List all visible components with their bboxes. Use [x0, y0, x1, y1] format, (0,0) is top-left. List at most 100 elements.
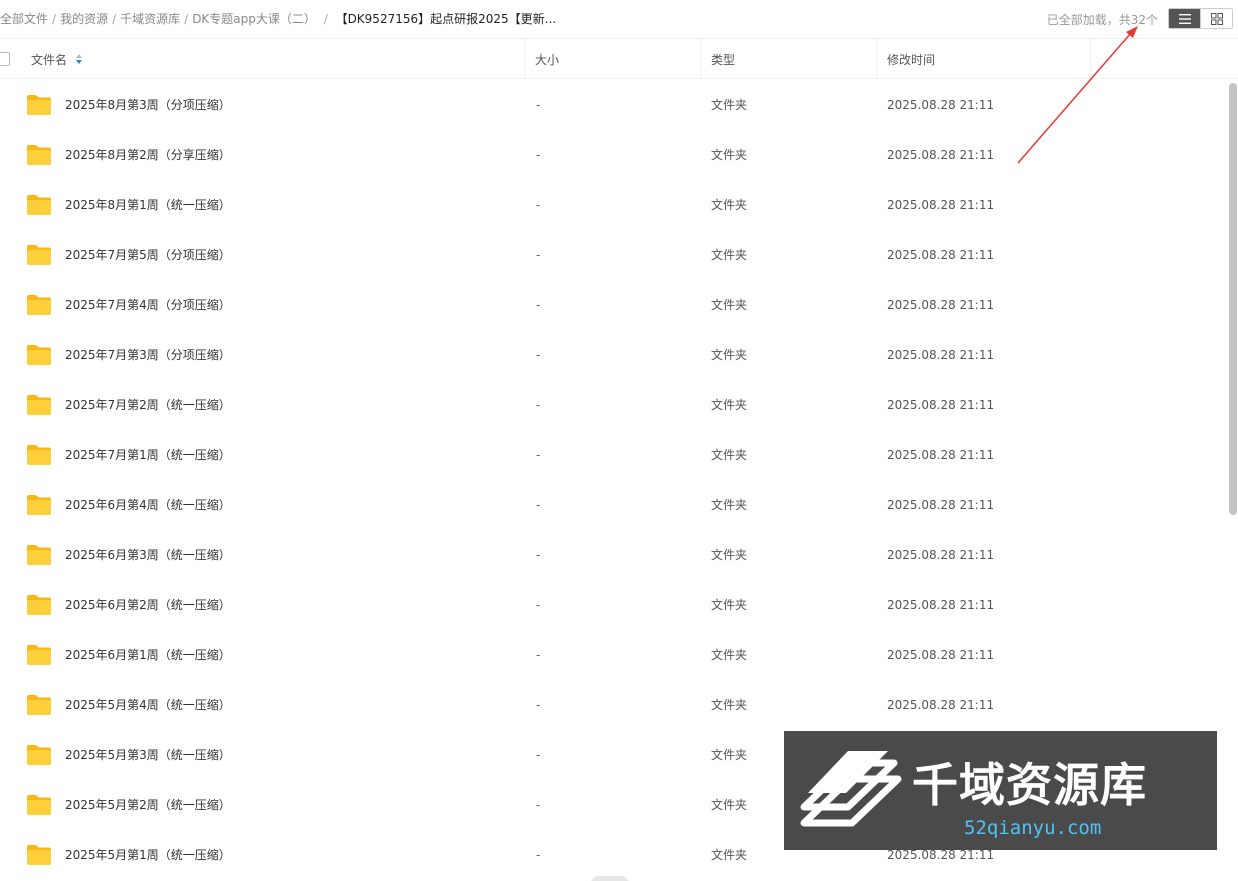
file-row[interactable]: 2025年7月第2周（统一压缩） - 文件夹 2025.08.28 21:11 [0, 380, 1238, 430]
watermark: 千域资源库 52qianyu.com [784, 731, 1217, 850]
file-name[interactable]: 2025年6月第4周（统一压缩） [65, 480, 231, 530]
column-divider[interactable] [524, 39, 525, 79]
file-row[interactable]: 2025年6月第1周（统一压缩） - 文件夹 2025.08.28 21:11 [0, 630, 1238, 680]
file-size: - [536, 548, 541, 562]
file-size: - [536, 748, 541, 762]
folder-icon [27, 345, 51, 365]
file-name[interactable]: 2025年7月第2周（统一压缩） [65, 380, 231, 430]
column-header-name[interactable]: 文件名 [31, 39, 83, 79]
folder-icon [27, 495, 51, 515]
file-row[interactable]: 2025年7月第3周（分项压缩） - 文件夹 2025.08.28 21:11 [0, 330, 1238, 380]
list-view-button[interactable] [1169, 9, 1201, 28]
folder-icon [27, 795, 51, 815]
breadcrumb-separator: / [184, 12, 189, 26]
column-divider[interactable] [876, 39, 877, 79]
column-header-modified[interactable]: 修改时间 [887, 39, 935, 79]
file-row[interactable]: 2025年6月第2周（统一压缩） - 文件夹 2025.08.28 21:11 [0, 580, 1238, 630]
column-header-type[interactable]: 类型 [711, 39, 735, 79]
folder-icon [27, 545, 51, 565]
file-type: 文件夹 [711, 798, 748, 812]
file-type: 文件夹 [711, 298, 748, 312]
file-type: 文件夹 [711, 598, 748, 612]
file-row[interactable]: 2025年5月第4周（统一压缩） - 文件夹 2025.08.28 21:11 [0, 680, 1238, 730]
file-name[interactable]: 2025年5月第4周（统一压缩） [65, 680, 231, 730]
file-name[interactable]: 2025年6月第1周（统一压缩） [65, 630, 231, 680]
file-modified-time: 2025.08.28 21:11 [887, 248, 995, 262]
file-type: 文件夹 [711, 248, 748, 262]
view-toggle [1168, 8, 1233, 29]
file-row[interactable]: 2025年7月第1周（统一压缩） - 文件夹 2025.08.28 21:11 [0, 430, 1238, 480]
file-type: 文件夹 [711, 98, 748, 112]
file-modified-time: 2025.08.28 21:11 [887, 148, 995, 162]
file-type: 文件夹 [711, 148, 748, 162]
file-name[interactable]: 2025年7月第4周（分项压缩） [65, 280, 231, 330]
breadcrumb-dk-course[interactable]: DK专题app大课（二） [192, 12, 316, 26]
breadcrumb-separator: / [112, 12, 117, 26]
file-modified-time: 2025.08.28 21:11 [887, 498, 995, 512]
grid-view-button[interactable] [1200, 9, 1232, 28]
folder-icon [27, 645, 51, 665]
file-size: - [536, 498, 541, 512]
file-modified-time: 2025.08.28 21:11 [887, 648, 995, 662]
folder-icon [27, 845, 51, 865]
folder-icon [27, 145, 51, 165]
sort-icon[interactable] [75, 53, 83, 65]
folder-icon [27, 395, 51, 415]
file-name[interactable]: 2025年6月第2周（统一压缩） [65, 580, 231, 630]
file-type: 文件夹 [711, 848, 748, 862]
folder-icon [27, 445, 51, 465]
file-size: - [536, 248, 541, 262]
top-bar: 全部文件 / 我的资源 / 千域资源库 / DK专题app大课（二） / 【DK952715… [0, 0, 1238, 38]
file-type: 文件夹 [711, 448, 748, 462]
breadcrumb-qianyu-library[interactable]: 千域资源库 [120, 12, 180, 26]
file-name[interactable]: 2025年8月第3周（分项压缩） [65, 80, 231, 130]
load-status: 已全部加载，共32个 [1046, 13, 1158, 27]
file-modified-time: 2025.08.28 21:11 [887, 98, 995, 112]
file-row[interactable]: 2025年7月第4周（分项压缩） - 文件夹 2025.08.28 21:11 [0, 280, 1238, 330]
watermark-title: 千域资源库 [912, 758, 1147, 812]
file-size: - [536, 698, 541, 712]
breadcrumb-all-files[interactable]: 全部文件 [0, 12, 48, 26]
library-logo-icon [800, 751, 902, 827]
select-all-checkbox[interactable] [0, 52, 10, 66]
file-row[interactable]: 2025年8月第1周（统一压缩） - 文件夹 2025.08.28 21:11 [0, 180, 1238, 230]
folder-icon [27, 295, 51, 315]
column-divider[interactable] [1090, 39, 1091, 79]
file-type: 文件夹 [711, 748, 748, 762]
file-modified-time: 2025.08.28 21:11 [887, 698, 995, 712]
column-divider[interactable] [700, 39, 701, 79]
column-header-size[interactable]: 大小 [535, 39, 559, 79]
file-type: 文件夹 [711, 198, 748, 212]
file-name[interactable]: 2025年5月第2周（统一压缩） [65, 780, 231, 830]
file-modified-time: 2025.08.28 21:11 [887, 448, 995, 462]
file-type: 文件夹 [711, 398, 748, 412]
file-name[interactable]: 2025年7月第3周（分项压缩） [65, 330, 231, 380]
table-header: 文件名 大小 类型 修改时间 [0, 38, 1238, 79]
file-name[interactable]: 2025年6月第3周（统一压缩） [65, 530, 231, 580]
file-name[interactable]: 2025年7月第5周（分项压缩） [65, 230, 231, 280]
file-type: 文件夹 [711, 548, 748, 562]
folder-icon [27, 195, 51, 215]
scrollbar[interactable] [1229, 83, 1237, 515]
file-row[interactable]: 2025年8月第3周（分项压缩） - 文件夹 2025.08.28 21:11 [0, 80, 1238, 130]
list-view-icon [1178, 13, 1191, 24]
file-name[interactable]: 2025年5月第1周（统一压缩） [65, 830, 231, 880]
file-size: - [536, 98, 541, 112]
watermark-url: 52qianyu.com [964, 817, 1102, 839]
file-name[interactable]: 2025年5月第3周（统一压缩） [65, 730, 231, 780]
file-row[interactable]: 2025年8月第2周（分享压缩） - 文件夹 2025.08.28 21:11 [0, 130, 1238, 180]
file-type: 文件夹 [711, 648, 748, 662]
file-size: - [536, 198, 541, 212]
file-name[interactable]: 2025年8月第1周（统一压缩） [65, 180, 231, 230]
file-modified-time: 2025.08.28 21:11 [887, 398, 995, 412]
file-name[interactable]: 2025年7月第1周（统一压缩） [65, 430, 231, 480]
folder-icon [27, 595, 51, 615]
breadcrumb-my-resources[interactable]: 我的资源 [60, 12, 108, 26]
file-row[interactable]: 2025年7月第5周（分项压缩） - 文件夹 2025.08.28 21:11 [0, 230, 1238, 280]
file-type: 文件夹 [711, 348, 748, 362]
file-row[interactable]: 2025年6月第3周（统一压缩） - 文件夹 2025.08.28 21:11 [0, 530, 1238, 580]
scroll-hint [590, 876, 630, 881]
file-name[interactable]: 2025年8月第2周（分享压缩） [65, 130, 231, 180]
file-size: - [536, 598, 541, 612]
file-row[interactable]: 2025年6月第4周（统一压缩） - 文件夹 2025.08.28 21:11 [0, 480, 1238, 530]
